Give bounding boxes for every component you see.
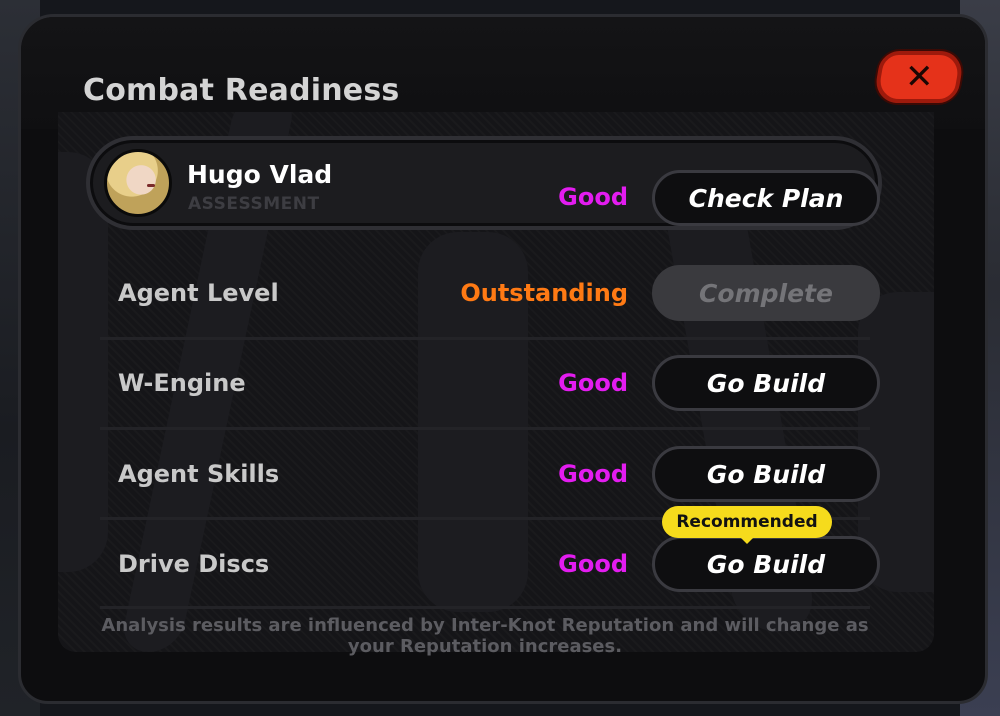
footnote: Analysis results are influenced by Inter… [101, 615, 869, 657]
complete-button: Complete [652, 265, 880, 321]
row-divider [100, 337, 870, 340]
row-divider [100, 606, 870, 609]
row-label-w-engine: W-Engine [118, 369, 246, 397]
row-label-agent-skills: Agent Skills [118, 460, 280, 488]
w-engine-go-build-button[interactable]: Go Build [652, 355, 880, 411]
agent-skills-go-build-button[interactable]: Go Build [652, 446, 880, 502]
row-grade-w-engine: Good [558, 369, 628, 397]
drive-discs-go-build-button[interactable]: Go Build [652, 536, 880, 592]
recommended-badge: Recommended [662, 506, 832, 538]
agent-subtitle: ASSESSMENT [188, 194, 320, 214]
check-plan-button[interactable]: Check Plan [652, 170, 880, 226]
row-grade-drive-discs: Good [558, 550, 628, 578]
close-button[interactable]: ✕ [872, 51, 966, 103]
agent-grade: Good [558, 183, 628, 211]
row-grade-agent-level: Outstanding [460, 279, 628, 307]
row-grade-agent-skills: Good [558, 460, 628, 488]
row-divider [100, 427, 870, 430]
row-label-agent-level: Agent Level [118, 279, 279, 307]
dialog-title: Combat Readiness [83, 73, 400, 108]
row-label-drive-discs: Drive Discs [118, 550, 270, 578]
badge-pointer [739, 536, 755, 544]
avatar-eye [147, 184, 155, 187]
agent-avatar [104, 149, 172, 217]
close-icon: ✕ [904, 57, 934, 97]
agent-name: Hugo Vlad [187, 160, 333, 189]
